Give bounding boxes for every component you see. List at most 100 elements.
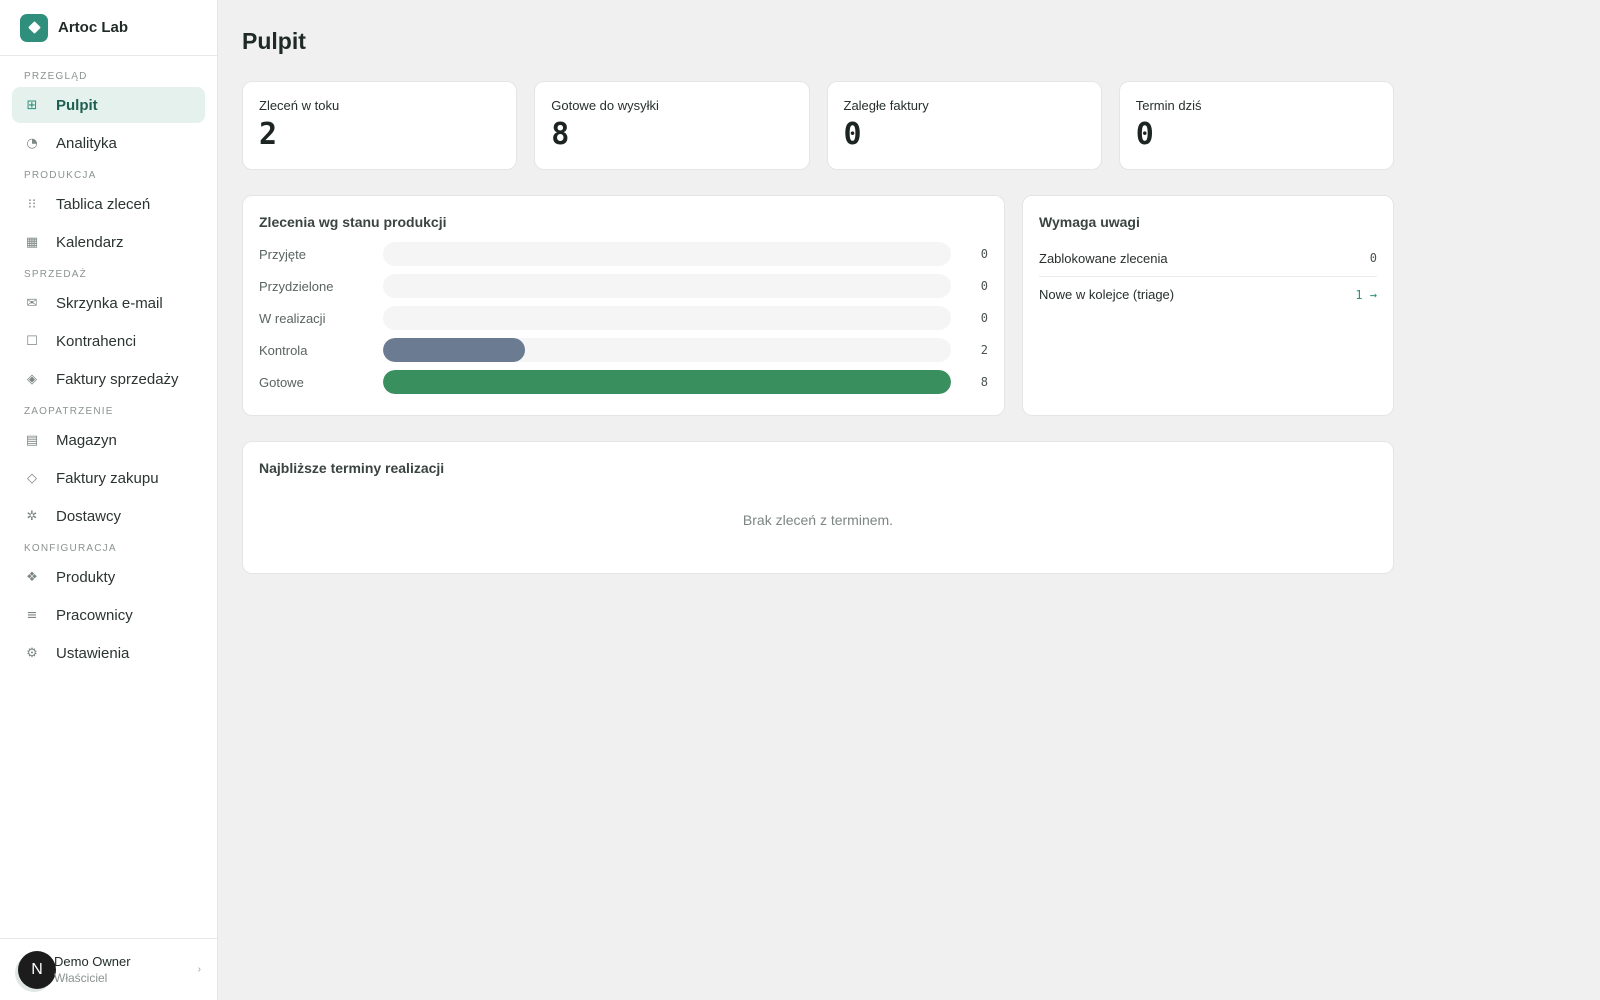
sidebar-item-label: Kalendarz [56, 233, 124, 251]
pie-chart-icon: ◔ [26, 135, 38, 151]
grid-icon: ⊞ [26, 97, 38, 113]
nav-section-title: ZAOPATRZENIE [24, 406, 114, 417]
status-bar-track [383, 274, 951, 298]
nav-section-title: SPRZEDAŻ [24, 269, 87, 280]
sidebar-item-label: Skrzynka e-mail [56, 294, 163, 312]
sidebar-item-label: Ustawienia [56, 644, 130, 662]
sidebar-item-label: Pracownicy [56, 606, 133, 624]
status-bar-row: Gotowe 8 [259, 366, 988, 398]
board-icon: ⁝⁝ [27, 196, 37, 212]
sidebar-item-pulpit[interactable]: ⊞ Pulpit [12, 87, 205, 123]
invoice-icon: ◈ [27, 371, 37, 387]
kpi-row: Zleceń w toku 2 Gotowe do wysyłki 8 Zale… [242, 81, 1394, 170]
sidebar: Artoc Lab PRZEGLĄD ⊞ Pulpit ◔ Analityka PRODU… [0, 0, 218, 1000]
kpi-label: Termin dziś [1135, 98, 1202, 113]
attention-row-blocked: Zablokowane zlecenia 0 [1039, 240, 1377, 276]
brand-name: Artoc Lab [58, 19, 129, 36]
status-bar-row: Przydzielone 0 [259, 270, 988, 302]
attention-card: Wymaga uwagi Zablokowane zlecenia 0 Nowe… [1022, 195, 1394, 416]
attention-label: Zablokowane zlecenia [1039, 250, 1168, 266]
contacts-icon: ☐ [26, 333, 38, 349]
sidebar-item-faktury-zakupu[interactable]: ◇ Faktury zakupu [12, 460, 205, 496]
sidebar-item-label: Faktury zakupu [56, 469, 159, 487]
status-bar-fill [383, 370, 951, 394]
status-bar-fill [383, 338, 525, 362]
card-title: Zlecenia wg stanu produkcji [259, 214, 447, 230]
sidebar-item-dostawcy[interactable]: ✲ Dostawcy [12, 498, 205, 534]
user-role: Właściciel [54, 971, 108, 985]
production-status-card: Zlecenia wg stanu produkcji Przyjęte 0 Prz… [242, 195, 1005, 416]
sidebar-item-faktury-sprzedaży[interactable]: ◈ Faktury sprzedaży [12, 361, 205, 397]
kpi-label: Zaległe faktury [843, 98, 929, 113]
status-bars: Przyjęte 0 Przydzielone 0 W realizacji 0 Kontr… [259, 238, 988, 398]
kpi-value: 8 [551, 117, 570, 152]
sidebar-item-magazyn[interactable]: ▤ Magazyn [12, 422, 205, 458]
employees-icon: ≡ [26, 607, 38, 623]
sidebar-item-label: Analityka [56, 134, 117, 152]
products-icon: ❖ [26, 569, 38, 585]
user-menu[interactable]: N Demo Owner Właściciel › [0, 938, 217, 1000]
sidebar-item-pracownicy[interactable]: ≡ Pracownicy [12, 597, 205, 633]
suppliers-icon: ✲ [26, 508, 38, 524]
status-label: Kontrola [259, 342, 308, 358]
sidebar-item-ustawienia[interactable]: ⚙ Ustawienia [12, 635, 205, 671]
user-name: Demo Owner [54, 954, 131, 969]
sidebar-item-skrzynka-e-mail[interactable]: ✉ Skrzynka e-mail [12, 285, 205, 321]
sidebar-item-label: Tablica zleceń [56, 195, 151, 213]
status-label: Gotowe [259, 374, 304, 390]
status-bar-track [383, 338, 951, 362]
nav-section-title: PRZEGLĄD [24, 71, 88, 82]
attention-label: Nowe w kolejce (triage) [1039, 287, 1175, 302]
attention-value: 0 [1369, 251, 1377, 265]
status-bar-row: Kontrola 2 [259, 334, 988, 366]
status-count: 0 [980, 247, 988, 261]
sidebar-item-label: Dostawcy [56, 507, 122, 525]
status-bar-row: W realizacji 0 [259, 302, 988, 334]
warehouse-icon: ▤ [25, 432, 39, 448]
sidebar-nav: PRZEGLĄD ⊞ Pulpit ◔ Analityka PRODUKCJA ⁝⁝ Tabl… [0, 56, 217, 671]
status-bar-track [383, 242, 951, 266]
status-bar-track [383, 306, 951, 330]
brand-logo-icon [20, 13, 48, 42]
card-title: Najbliższe terminy realizacji [259, 460, 445, 476]
nav-section-title: KONFIGURACJA [24, 543, 117, 554]
card-title: Wymaga uwagi [1039, 214, 1140, 230]
status-count: 0 [980, 311, 988, 325]
sidebar-item-label: Produkty [56, 568, 116, 586]
kpi-card-in-progress[interactable]: Zleceń w toku 2 [242, 81, 518, 170]
status-count: 2 [980, 343, 988, 357]
kpi-card-ready-to-ship[interactable]: Gotowe do wysyłki 8 [534, 81, 810, 170]
status-count: 0 [980, 279, 988, 293]
page-title: Pulpit [242, 28, 306, 54]
sidebar-item-kontrahenci[interactable]: ☐ Kontrahenci [12, 323, 205, 359]
sidebar-item-label: Pulpit [56, 96, 98, 114]
chevron-icon: › [197, 964, 201, 975]
sidebar-item-label: Magazyn [56, 431, 117, 449]
kpi-label: Zleceń w toku [259, 98, 340, 113]
sidebar-item-analityka[interactable]: ◔ Analityka [12, 125, 205, 161]
kpi-value: 0 [1135, 117, 1154, 152]
kpi-value: 2 [259, 117, 278, 152]
attention-row-triage: Nowe w kolejce (triage) 1 → [1039, 276, 1377, 312]
kpi-value: 0 [843, 117, 862, 152]
avatar: N [18, 950, 56, 989]
sidebar-item-tablica-zleceń[interactable]: ⁝⁝ Tablica zleceń [12, 186, 205, 222]
status-count: 8 [980, 375, 988, 389]
main-content: Pulpit Zleceń w toku 2 Gotowe do wysyłki… [242, 0, 1394, 574]
kpi-card-due-today[interactable]: Termin dziś 0 [1118, 81, 1394, 170]
status-label: W realizacji [259, 310, 326, 326]
kpi-card-overdue-invoices[interactable]: Zaległe faktury 0 [826, 81, 1102, 170]
status-bar-row: Przyjęte 0 [259, 238, 988, 270]
brand[interactable]: Artoc Lab [0, 0, 217, 56]
kpi-label: Gotowe do wysyłki [551, 98, 659, 113]
triage-link[interactable]: 1 → [1355, 288, 1377, 302]
status-label: Przyjęte [259, 246, 306, 262]
deadlines-card: Najbliższe terminy realizacji Brak zlece… [242, 441, 1394, 574]
sidebar-item-produkty[interactable]: ❖ Produkty [12, 559, 205, 595]
sidebar-item-kalendarz[interactable]: ▦ Kalendarz [12, 224, 205, 260]
empty-state-text: Brak zleceń z terminem. [742, 512, 894, 528]
status-label: Przydzielone [259, 278, 334, 294]
status-bar-track [383, 370, 951, 394]
purchase-invoice-icon: ◇ [27, 470, 37, 486]
sidebar-item-label: Faktury sprzedaży [56, 370, 179, 388]
